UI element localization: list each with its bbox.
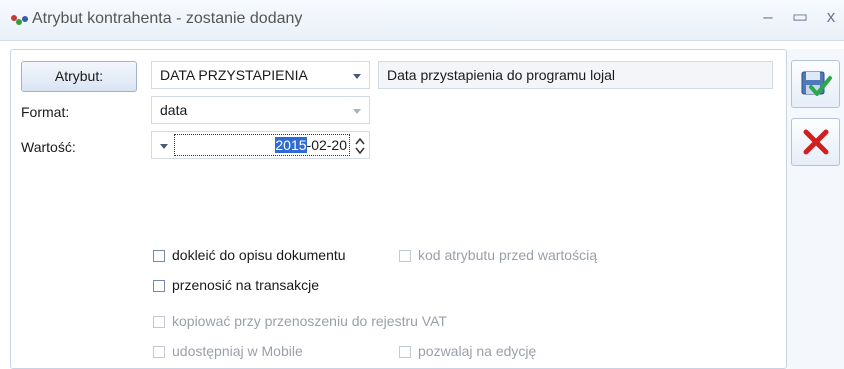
append-to-description-label: dokleić do opisu dokumentu bbox=[172, 247, 346, 263]
minimize-button[interactable]: – bbox=[758, 7, 778, 27]
date-input[interactable]: 2015-02-20 bbox=[174, 134, 350, 156]
calendar-dropdown-icon[interactable] bbox=[160, 144, 168, 149]
save-check-icon bbox=[801, 71, 832, 96]
copy-to-vat-register-checkbox[interactable] bbox=[153, 316, 165, 328]
value-date-picker[interactable]: 2015-02-20 bbox=[151, 131, 370, 159]
attribute-description-field: Data przystapienia do programu lojal bbox=[378, 61, 773, 89]
save-button[interactable] bbox=[791, 60, 840, 108]
attribute-select-value: DATA PRZYSTAPIENIA bbox=[160, 67, 308, 83]
spinner-icon[interactable] bbox=[355, 137, 365, 155]
date-selected-segment: 2015 bbox=[275, 137, 307, 153]
window-title: Atrybut kontrahenta - zostanie dodany bbox=[32, 10, 303, 27]
chevron-down-icon bbox=[353, 109, 361, 114]
format-select[interactable]: data bbox=[151, 96, 370, 124]
code-before-value-label: kod atrybutu przed wartością bbox=[418, 247, 597, 263]
date-rest: -02-20 bbox=[306, 137, 347, 153]
attribute-button[interactable]: Atrybut: bbox=[21, 61, 137, 92]
transfer-to-transactions-checkbox[interactable] bbox=[153, 280, 165, 292]
share-in-mobile-label: udostępniaj w Mobile bbox=[172, 343, 303, 359]
format-label: Format: bbox=[21, 104, 70, 120]
attribute-description-text: Data przystapienia do programu lojal bbox=[387, 67, 616, 83]
share-in-mobile-checkbox[interactable] bbox=[153, 346, 165, 358]
allow-edit-checkbox[interactable] bbox=[399, 346, 411, 358]
close-window-button[interactable]: x bbox=[821, 7, 841, 27]
app-icon bbox=[11, 15, 28, 25]
copy-to-vat-register-label: kopiować przy przenoszeniu do rejestru V… bbox=[172, 313, 447, 329]
red-x-icon bbox=[803, 129, 829, 155]
code-before-value-checkbox[interactable] bbox=[399, 250, 411, 262]
format-select-value: data bbox=[160, 102, 188, 118]
chevron-down-icon bbox=[353, 74, 361, 79]
append-to-description-checkbox[interactable] bbox=[153, 250, 165, 262]
allow-edit-label: pozwalaj na edycję bbox=[418, 343, 537, 359]
attribute-select[interactable]: DATA PRZYSTAPIENIA bbox=[151, 61, 370, 89]
maximize-button[interactable]: ▭ bbox=[790, 7, 810, 27]
cancel-button[interactable] bbox=[791, 118, 840, 166]
transfer-to-transactions-label: przenosić na transakcje bbox=[172, 277, 320, 293]
window-titlebar: Atrybut kontrahenta - zostanie dodany – … bbox=[0, 0, 844, 41]
value-label: Wartość: bbox=[21, 139, 76, 155]
